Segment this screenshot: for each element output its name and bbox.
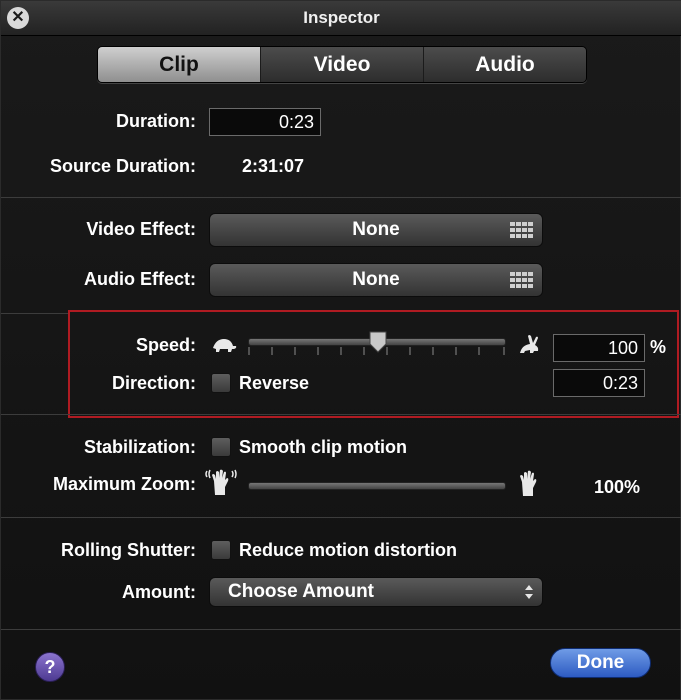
tab-audio[interactable]: Audio xyxy=(423,47,586,82)
hand-shake-icon xyxy=(205,469,237,495)
up-down-arrows-icon xyxy=(525,585,533,599)
maximum-zoom-label: Maximum Zoom: xyxy=(52,474,196,494)
divider xyxy=(1,629,681,630)
inspector-window: ✕ Inspector Clip Video Audio Duration: 0… xyxy=(0,0,681,700)
video-effect-value: None xyxy=(352,219,400,240)
grid-icon xyxy=(510,272,533,288)
smooth-clip-motion-checkbox[interactable] xyxy=(211,437,231,457)
smooth-clip-motion-label: Smooth clip motion xyxy=(239,437,407,457)
help-button[interactable]: ? xyxy=(35,652,65,682)
video-effect-label: Video Effect: xyxy=(86,219,196,239)
rolling-shutter-label: Rolling Shutter: xyxy=(61,540,196,560)
speed-slider-knob[interactable] xyxy=(369,331,387,353)
grid-icon xyxy=(510,222,533,238)
divider xyxy=(1,313,68,314)
audio-effect-label: Audio Effect: xyxy=(84,269,196,289)
amount-select-value: Choose Amount xyxy=(228,581,375,602)
speed-duration-field[interactable]: 0:23 xyxy=(553,369,645,397)
segmented-tabs: Clip Video Audio xyxy=(97,46,587,83)
duration-label: Duration: xyxy=(116,111,196,131)
speed-percent-field[interactable]: 100 xyxy=(553,334,645,362)
hand-icon xyxy=(520,470,537,496)
tab-video[interactable]: Video xyxy=(260,47,423,82)
amount-label: Amount: xyxy=(122,582,196,602)
done-button[interactable]: Done xyxy=(550,648,651,678)
audio-effect-popup[interactable]: None xyxy=(209,263,543,297)
speed-highlight-box xyxy=(68,310,679,418)
speed-label: Speed: xyxy=(135,335,196,355)
speed-unit: % xyxy=(650,337,667,357)
title-bar: ✕ Inspector xyxy=(1,1,681,36)
source-duration-label: Source Duration: xyxy=(49,156,196,176)
divider xyxy=(1,517,681,518)
divider xyxy=(1,197,681,198)
window-title: Inspector xyxy=(303,8,380,27)
divider xyxy=(1,414,681,415)
audio-effect-value: None xyxy=(352,269,400,290)
source-duration-value: 2:31:07 xyxy=(242,156,305,176)
reduce-motion-distortion-checkbox[interactable] xyxy=(211,540,231,560)
direction-label: Direction: xyxy=(111,373,196,393)
reverse-label: Reverse xyxy=(239,373,310,393)
reverse-checkbox[interactable] xyxy=(211,373,231,393)
maximum-zoom-value: 100% xyxy=(594,477,641,497)
duration-field[interactable]: 0:23 xyxy=(209,108,321,136)
video-effect-popup[interactable]: None xyxy=(209,213,543,247)
rabbit-icon xyxy=(520,335,539,353)
amount-select[interactable]: Choose Amount xyxy=(209,577,543,607)
stabilization-label: Stabilization: xyxy=(84,437,196,457)
maximum-zoom-slider[interactable] xyxy=(248,482,506,490)
turtle-icon xyxy=(213,339,237,352)
reduce-motion-distortion-label: Reduce motion distortion xyxy=(239,540,457,560)
tab-clip[interactable]: Clip xyxy=(98,47,260,82)
